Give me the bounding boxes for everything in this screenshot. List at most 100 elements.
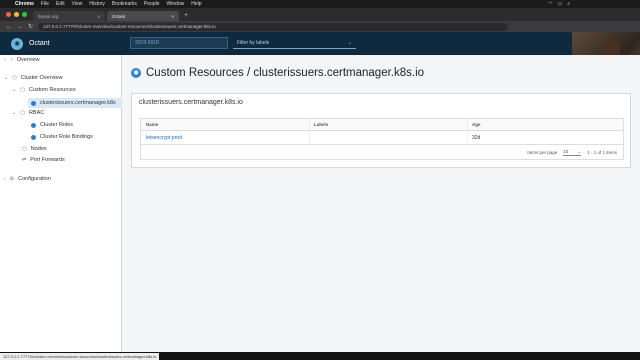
battery-icon[interactable]: ▭ — [557, 1, 562, 7]
close-tab-icon[interactable]: × — [97, 14, 100, 19]
browser-tab-strip: bryanl.org × Octant × + — [0, 8, 640, 21]
role-binding-icon — [31, 134, 36, 140]
cluster-icon: ⬡ — [12, 75, 17, 81]
column-header-name[interactable]: Name — [141, 119, 310, 130]
sidebar-item-custom-resources[interactable]: ⌄ ▢ Custom Resources — [12, 87, 76, 93]
menu-window[interactable]: Window — [167, 1, 185, 7]
resource-card: clusterissuers.certmanager.k8s.io Name L… — [131, 93, 631, 168]
sidebar: › ◔ Overview ⌄ ⬡ Cluster Overview ⌄ ▢ Cu… — [0, 55, 122, 352]
forward-icon[interactable]: → — [17, 24, 23, 30]
sidebar-item-clusterissuers[interactable]: clusterissuers.certmanager.k8s — [28, 98, 122, 108]
gear-icon: ⚙ — [9, 176, 15, 182]
items-per-page-label: Items per page — [527, 149, 558, 155]
menu-file[interactable]: File — [41, 1, 49, 7]
sidebar-item-label: Cluster Role Bindings — [40, 134, 93, 140]
chevron-right-icon[interactable]: › — [4, 57, 6, 63]
items-per-page-select[interactable]: 10 ⌄ — [563, 148, 582, 156]
chevron-down-icon[interactable]: ⌄ — [12, 110, 16, 116]
folder-icon: ▢ — [20, 87, 25, 93]
sidebar-item-label: clusterissuers.certmanager.k8s — [40, 100, 116, 106]
octant-logo-icon[interactable]: ✺ — [11, 37, 23, 50]
sidebar-item-configuration[interactable]: › ⚙ Configuration — [4, 176, 51, 182]
octant-header: ✺ Octant 2019-0918 Filter by labels ⌄ Br… — [0, 32, 640, 87]
column-header-age[interactable]: Age — [468, 119, 481, 130]
row-name-cell: letsencrypt-prod — [141, 131, 310, 144]
tab-label: Octant — [112, 13, 126, 19]
port-forward-icon: ⇄ — [22, 157, 27, 163]
sidebar-item-port-forwards[interactable]: ⇄ Port Forwards — [22, 157, 65, 163]
menubar-status-icons: ◠ ▭ ⌕ — [548, 1, 570, 7]
sidebar-item-label: Nodes — [30, 146, 47, 152]
menu-people[interactable]: People — [144, 1, 160, 7]
sidebar-item-label: Custom Resources — [28, 87, 76, 93]
address-text: 127.0.0.1:7777/#/cluster-overview/custom… — [43, 24, 216, 29]
resource-name-link[interactable]: letsencrypt-prod — [146, 135, 182, 141]
new-tab-button[interactable]: + — [184, 12, 188, 19]
tab-label: bryanl.org — [38, 13, 59, 19]
sidebar-item-rbac[interactable]: ⌄ ▢ RBAC — [12, 110, 44, 116]
chevron-down-icon[interactable]: ⌄ — [12, 87, 16, 93]
menu-view[interactable]: View — [72, 1, 83, 7]
namespace-selector[interactable]: 2019-0918 — [130, 37, 228, 49]
menu-help[interactable]: Help — [191, 1, 201, 7]
sidebar-item-label: Cluster Overview — [20, 75, 63, 81]
sidebar-item-cluster-overview[interactable]: ⌄ ⬡ Cluster Overview — [4, 75, 62, 81]
sidebar-item-label: RBAC — [28, 110, 45, 116]
resource-icon — [31, 100, 36, 106]
chevron-down-icon[interactable]: ⌄ — [348, 40, 352, 46]
table-header: Name Labels Age — [141, 119, 623, 131]
chevron-down-icon[interactable]: ⌄ — [4, 75, 8, 81]
menu-app-name[interactable]: Chrome — [15, 1, 34, 7]
address-bar[interactable]: 127.0.0.1:7777/#/cluster-overview/custom… — [38, 22, 509, 31]
chevron-down-icon: ⌄ — [577, 148, 582, 154]
browser-tab-octant[interactable]: Octant × — [107, 11, 179, 21]
rbac-icon: ▢ — [20, 110, 25, 116]
filter-placeholder: Filter by labels — [237, 39, 270, 46]
page-title: ✺ Custom Resources / clusterissuers.cert… — [131, 67, 424, 79]
chevron-right-icon[interactable]: › — [4, 176, 6, 182]
minimize-window-button[interactable] — [14, 12, 19, 17]
card-title: clusterissuers.certmanager.k8s.io — [139, 99, 243, 106]
sidebar-item-nodes[interactable]: ▢ Nodes — [22, 146, 47, 152]
sidebar-item-label: Port Forwards — [30, 157, 65, 163]
nodes-icon: ▢ — [22, 146, 27, 152]
menu-history[interactable]: History — [89, 1, 105, 7]
browser-status-bar: 127.0.0.1:7777/#/cluster-overview/custom… — [0, 352, 640, 360]
search-icon[interactable]: ⌕ — [567, 1, 570, 7]
page-title-text: Custom Resources / clusterissuers.certma… — [146, 67, 425, 79]
sidebar-item-label: Cluster Roles — [40, 122, 74, 128]
sidebar-item-cluster-role-bindings[interactable]: Cluster Role Bindings — [31, 134, 93, 140]
back-icon[interactable]: ← — [6, 24, 12, 30]
sidebar-item-overview[interactable]: › ◔ Overview — [4, 57, 40, 63]
close-tab-icon[interactable]: × — [171, 14, 174, 19]
pagination-range: 1 - 1 of 1 items — [587, 149, 617, 155]
close-window-button[interactable] — [6, 12, 11, 17]
browser-tab-bryanl[interactable]: bryanl.org × — [33, 11, 105, 21]
sidebar-item-label: Overview — [16, 57, 40, 63]
menu-edit[interactable]: Edit — [56, 1, 65, 7]
table-pagination: Items per page 10 ⌄ 1 - 1 of 1 items — [141, 145, 623, 159]
resource-table: Name Labels Age letsencrypt-prod 32d Ite… — [140, 118, 624, 160]
menu-bookmarks[interactable]: Bookmarks — [112, 1, 137, 7]
zoom-window-button[interactable] — [22, 12, 27, 17]
window-controls — [6, 12, 27, 17]
items-per-page-value: 10 — [563, 148, 569, 154]
status-url: 127.0.0.1:7777/#/cluster-overview/custom… — [0, 353, 160, 360]
row-labels-cell — [310, 131, 468, 144]
reload-icon[interactable]: ↻ — [28, 23, 33, 30]
wifi-icon[interactable]: ◠ — [548, 1, 552, 7]
row-age-cell: 32d — [472, 134, 481, 141]
role-icon — [31, 122, 36, 128]
custom-resource-icon: ✺ — [131, 68, 141, 78]
label-filter-input[interactable]: Filter by labels ⌄ — [233, 37, 356, 49]
sidebar-item-label: Configuration — [18, 176, 51, 182]
sidebar-item-cluster-roles[interactable]: Cluster Roles — [31, 122, 73, 128]
column-header-labels[interactable]: Labels — [310, 119, 468, 130]
overview-icon: ◔ — [9, 57, 13, 63]
table-row: letsencrypt-prod 32d — [141, 131, 623, 145]
app-name: Octant — [29, 40, 50, 47]
macos-menubar: Chrome File Edit View History Bookmarks … — [0, 0, 640, 8]
browser-toolbar: ← → ↻ 127.0.0.1:7777/#/cluster-overview/… — [0, 21, 640, 32]
namespace-value: 2019-0918 — [135, 40, 159, 46]
main-content: ✺ Custom Resources / clusterissuers.cert… — [123, 55, 640, 352]
